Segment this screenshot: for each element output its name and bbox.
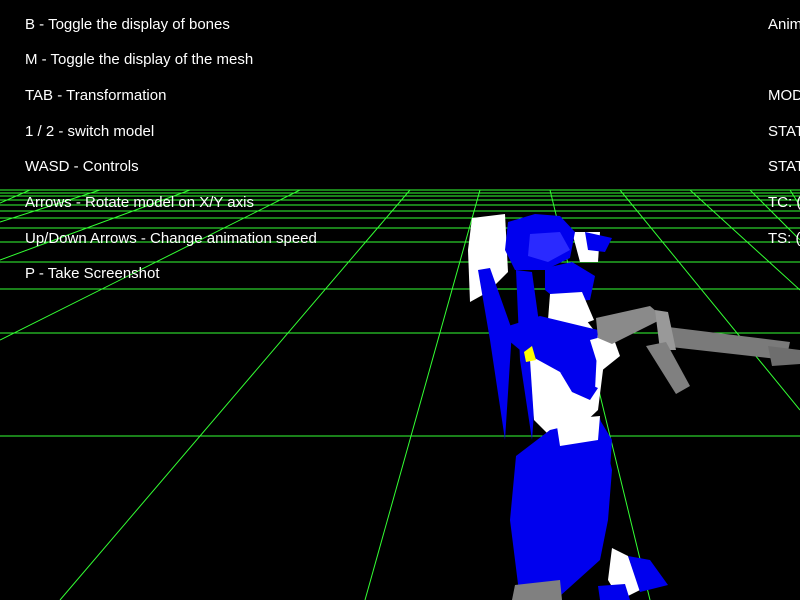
status-ts: TS: ( <box>768 230 800 247</box>
help-line-bones: B - Toggle the display of bones <box>25 16 230 33</box>
help-line-anim-speed: Up/Down Arrows - Change animation speed <box>25 230 317 247</box>
weapon <box>646 342 690 394</box>
help-line-switch-model: 1 / 2 - switch model <box>25 123 155 140</box>
grid-line <box>619 189 800 411</box>
status-model: MOD <box>768 87 800 104</box>
weapon <box>596 306 664 344</box>
weapon <box>768 346 800 366</box>
character-model[interactable] <box>468 214 800 600</box>
status-state-1: STAT <box>768 123 800 140</box>
model-part <box>585 232 612 252</box>
help-line-rotate: Arrows - Rotate model on X/Y axis <box>25 194 254 211</box>
status-state-2: STAT <box>768 158 800 175</box>
game-viewport[interactable]: B - Toggle the display of bones M - Togg… <box>0 0 800 600</box>
status-animation: Anim <box>768 16 800 33</box>
model-part <box>598 420 612 470</box>
grid-line <box>364 189 481 600</box>
help-line-mesh: M - Toggle the display of the mesh <box>25 51 254 68</box>
status-tc: TC: ( <box>768 194 800 211</box>
model-part <box>598 584 630 600</box>
help-line-transformation: TAB - Transformation <box>25 87 167 104</box>
grid-line <box>59 189 411 600</box>
help-line-screenshot: P - Take Screenshot <box>25 265 160 282</box>
help-line-controls: WASD - Controls <box>25 158 139 175</box>
ground-grid <box>0 189 800 600</box>
model-part <box>478 268 512 440</box>
